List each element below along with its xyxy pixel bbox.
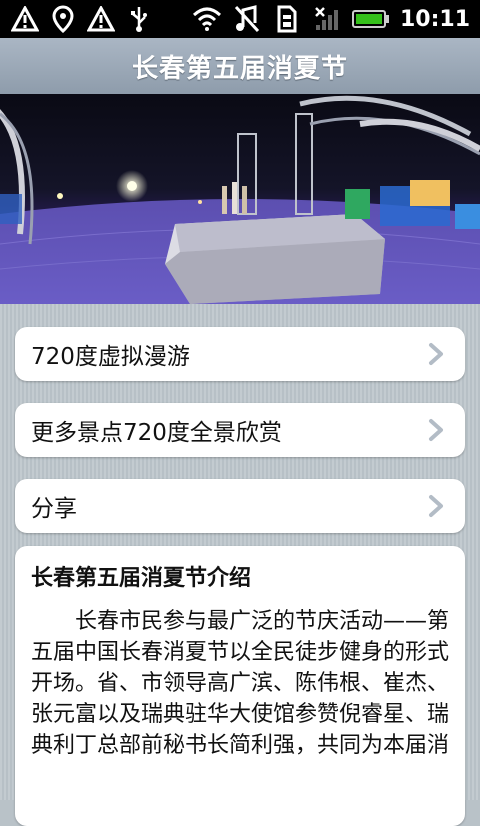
warning-icon bbox=[86, 4, 116, 34]
menu-item-label: 更多景点720度全景欣赏 bbox=[31, 420, 282, 446]
usb-icon bbox=[124, 4, 154, 34]
menu-item-label: 分享 bbox=[31, 496, 77, 522]
panorama-image[interactable] bbox=[0, 94, 480, 304]
chevron-right-icon bbox=[421, 491, 451, 521]
chevron-right-icon bbox=[421, 415, 451, 445]
warning-icon bbox=[10, 4, 40, 34]
clock: 10:11 bbox=[399, 6, 470, 32]
menu-item-label: 720度虚拟漫游 bbox=[31, 344, 190, 370]
menu-item-more-panoramas[interactable]: 更多景点720度全景欣赏 bbox=[15, 403, 465, 457]
wifi-icon bbox=[192, 4, 222, 34]
status-bar: 10:11 bbox=[0, 0, 480, 38]
location-pin-icon bbox=[48, 4, 78, 34]
signal-icon bbox=[312, 4, 342, 34]
intro-body: 长春市民参与最广泛的节庆活动——第五届中国长春消夏节以全民徒步健身的形式开场。省… bbox=[31, 609, 450, 758]
page-title: 长春第五届消夏节 bbox=[131, 53, 348, 84]
intro-heading: 长春第五届消夏节介绍 bbox=[31, 566, 252, 591]
title-bar: 长春第五届消夏节 bbox=[0, 38, 480, 95]
sim-icon bbox=[272, 4, 302, 34]
intro-card: 长春第五届消夏节介绍 长春市民参与最广泛的节庆活动——第五届中国长春消夏节以全民… bbox=[15, 546, 465, 826]
menu-item-share[interactable]: 分享 bbox=[15, 479, 465, 533]
battery-icon bbox=[351, 4, 390, 34]
music-off-icon bbox=[232, 4, 262, 34]
chevron-right-icon bbox=[421, 339, 451, 369]
menu-item-virtual-tour[interactable]: 720度虚拟漫游 bbox=[15, 327, 465, 381]
